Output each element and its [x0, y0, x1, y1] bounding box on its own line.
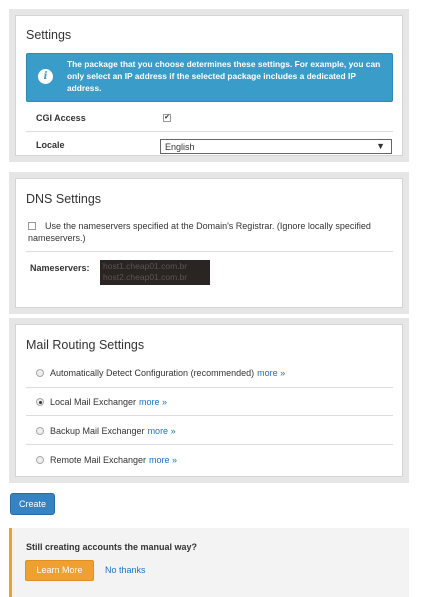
- nameserver-2: host2.cheap01.com.br: [103, 272, 188, 282]
- cgi-access-checkbox[interactable]: ✔: [163, 114, 171, 122]
- dns-settings-panel-body: DNS Settings Use the nameservers specifi…: [15, 178, 403, 308]
- mail-routing-title: Mail Routing Settings: [26, 338, 145, 352]
- locale-select-value: English: [165, 142, 195, 152]
- settings-panel: Settings i The package that you choose d…: [9, 9, 409, 162]
- mail-option-radio[interactable]: [36, 369, 44, 377]
- mail-divider: [26, 444, 393, 445]
- nameservers-label: Nameservers:: [30, 263, 90, 273]
- nameserver-1: host1.cheap01.com.br: [103, 261, 188, 271]
- mail-option-radio[interactable]: [36, 398, 44, 406]
- mail-option-backup[interactable]: Backup Mail Exchanger more »: [36, 426, 176, 436]
- settings-title: Settings: [26, 28, 72, 42]
- create-button[interactable]: Create: [10, 493, 55, 515]
- chevron-down-icon: ▼: [376, 141, 385, 151]
- promo-title: Still creating accounts the manual way?: [26, 542, 198, 552]
- cgi-access-label: CGI Access: [36, 113, 86, 123]
- mail-option-radio[interactable]: [36, 427, 44, 435]
- mail-option-auto-detect[interactable]: Automatically Detect Configuration (reco…: [36, 368, 285, 378]
- mail-option-radio[interactable]: [36, 456, 44, 464]
- mail-option-label: Remote Mail Exchanger: [50, 455, 147, 465]
- settings-divider: [26, 131, 393, 132]
- settings-info-box: i The package that you choose determines…: [26, 53, 393, 102]
- settings-panel-body: Settings i The package that you choose d…: [15, 15, 403, 156]
- mail-option-label: Local Mail Exchanger: [50, 397, 137, 407]
- mail-option-remote[interactable]: Remote Mail Exchanger more »: [36, 455, 177, 465]
- no-thanks-link[interactable]: No thanks: [105, 565, 146, 575]
- locale-select[interactable]: English ▼: [160, 139, 392, 154]
- settings-info-text: The package that you choose determines t…: [67, 59, 381, 93]
- more-link[interactable]: more »: [148, 426, 176, 436]
- mail-divider: [26, 415, 393, 416]
- dns-divider: [26, 251, 393, 252]
- use-registrar-label: Use the nameservers specified at the Dom…: [28, 221, 371, 243]
- mail-option-label: Backup Mail Exchanger: [50, 426, 145, 436]
- mail-routing-panel-body: Mail Routing Settings Automatically Dete…: [15, 324, 403, 477]
- more-link[interactable]: more »: [139, 397, 167, 407]
- learn-more-button[interactable]: Learn More: [25, 560, 94, 581]
- more-link[interactable]: more »: [149, 455, 177, 465]
- locale-label: Locale: [36, 140, 65, 150]
- info-icon: i: [38, 69, 53, 84]
- mail-option-local[interactable]: Local Mail Exchanger more »: [36, 397, 167, 407]
- mail-routing-panel: Mail Routing Settings Automatically Dete…: [9, 318, 409, 483]
- dns-settings-panel: DNS Settings Use the nameservers specifi…: [9, 172, 409, 314]
- dns-settings-title: DNS Settings: [26, 192, 102, 206]
- mail-divider: [26, 387, 393, 388]
- more-link[interactable]: more »: [257, 368, 285, 378]
- mail-option-label: Automatically Detect Configuration (reco…: [50, 368, 255, 378]
- promo-banner: Still creating accounts the manual way? …: [9, 528, 409, 597]
